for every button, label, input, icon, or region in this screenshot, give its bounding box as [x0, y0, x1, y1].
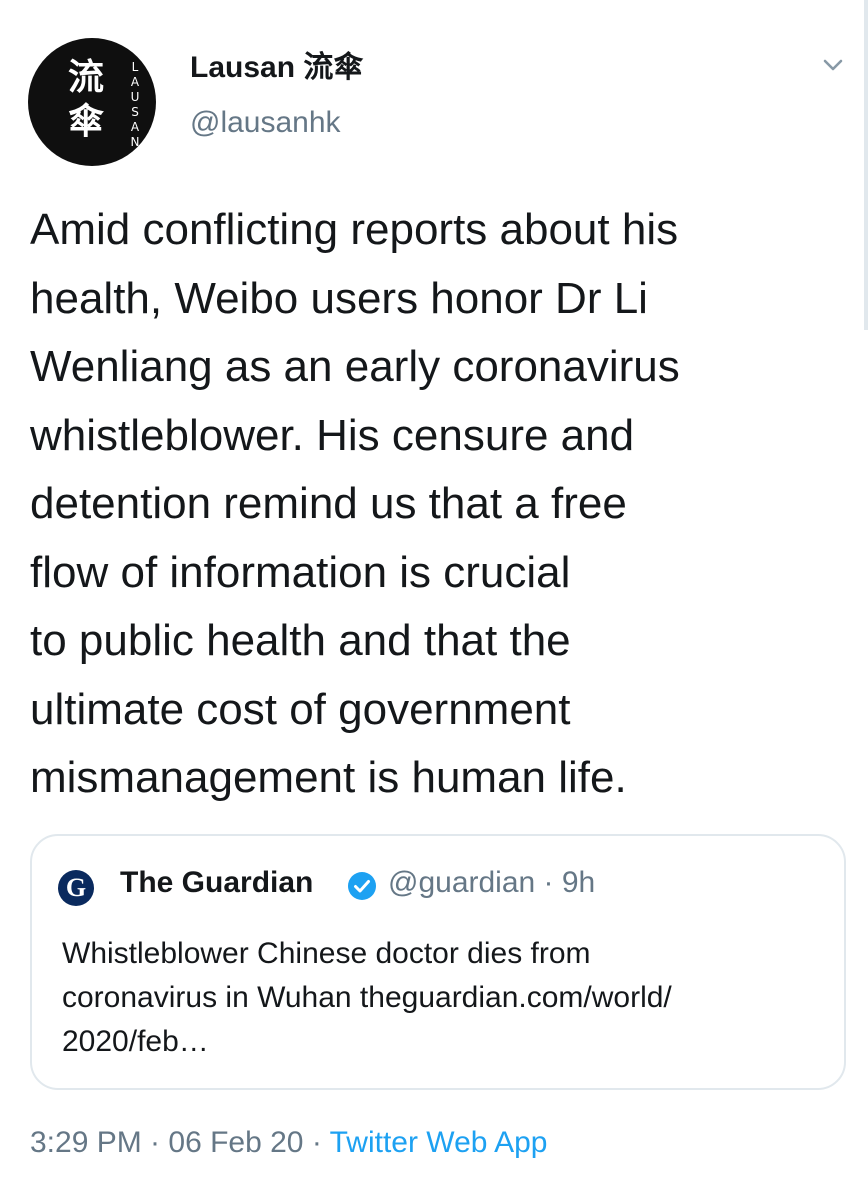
quoted-text-line: coronavirus in Wuhan theguardian.com/wor… [62, 981, 672, 1014]
tweet-text-line: whistleblower. His censure and [30, 410, 635, 460]
quoted-author-name: The Guardian [120, 866, 314, 899]
tweet-text-line: health, Weibo users honor Dr Li [30, 273, 648, 323]
avatar-glyph: 流 [68, 57, 105, 98]
avatar-letter: S [131, 105, 139, 119]
source-app-link[interactable]: Twitter Web App [330, 1126, 548, 1159]
quoted-tweet-card[interactable]: G The Guardian @guardian · 9h Whistleblo… [30, 834, 846, 1090]
tweet-text-line: to public health and that the [30, 616, 571, 665]
tweet-text-line: Wenliang as an early coronavirus [30, 342, 680, 391]
tweet-text: Amid conflicting reports about his healt… [30, 196, 850, 813]
author-display-name[interactable]: Lausan 流傘 [190, 42, 363, 86]
tweet-text-line: ultimate cost of government [30, 684, 571, 734]
tweet-text-line: Amid conflicting reports about his [30, 205, 679, 254]
quoted-handle-time: @guardian · 9h [388, 866, 596, 899]
quoted-text-line: Whistleblower Chinese doctor dies from [62, 937, 591, 970]
chevron-down-icon[interactable] [818, 50, 848, 80]
tweet-text-line: detention remind us that a free [30, 479, 627, 528]
avatar-letter: U [130, 90, 140, 104]
avatar-glyph: 傘 [68, 101, 105, 142]
avatar-logo-glyphs: 流 傘 [68, 56, 108, 144]
tweet: 流 傘 L A U S A N Lausan 流傘 @lausanhk Amid… [0, 0, 868, 1200]
tweet-text-line: mismanagement is human life. [30, 753, 627, 802]
avatar-letter: N [130, 135, 140, 149]
tweet-metadata: 3:29 PM · 06 Feb 20 · Twitter Web App [30, 1126, 548, 1160]
avatar-logo-letters: L A U S A N [128, 60, 142, 150]
tweet-text-line: flow of information is crucial [30, 547, 571, 597]
scrollbar[interactable] [864, 0, 868, 330]
author-handle[interactable]: @lausanhk [190, 106, 341, 140]
guardian-logo-icon: G [58, 870, 94, 906]
avatar-letter: A [130, 75, 140, 89]
quoted-tweet-text: Whistleblower Chinese doctor dies from c… [62, 932, 832, 1064]
verified-badge-icon [348, 872, 376, 900]
avatar-letter: L [131, 60, 139, 74]
timestamp: 3:29 PM · 06 Feb 20 · [30, 1126, 330, 1159]
avatar[interactable]: 流 傘 L A U S A N [28, 38, 156, 166]
quoted-text-line: 2020/feb… [62, 1025, 209, 1058]
avatar-letter: A [130, 120, 140, 134]
